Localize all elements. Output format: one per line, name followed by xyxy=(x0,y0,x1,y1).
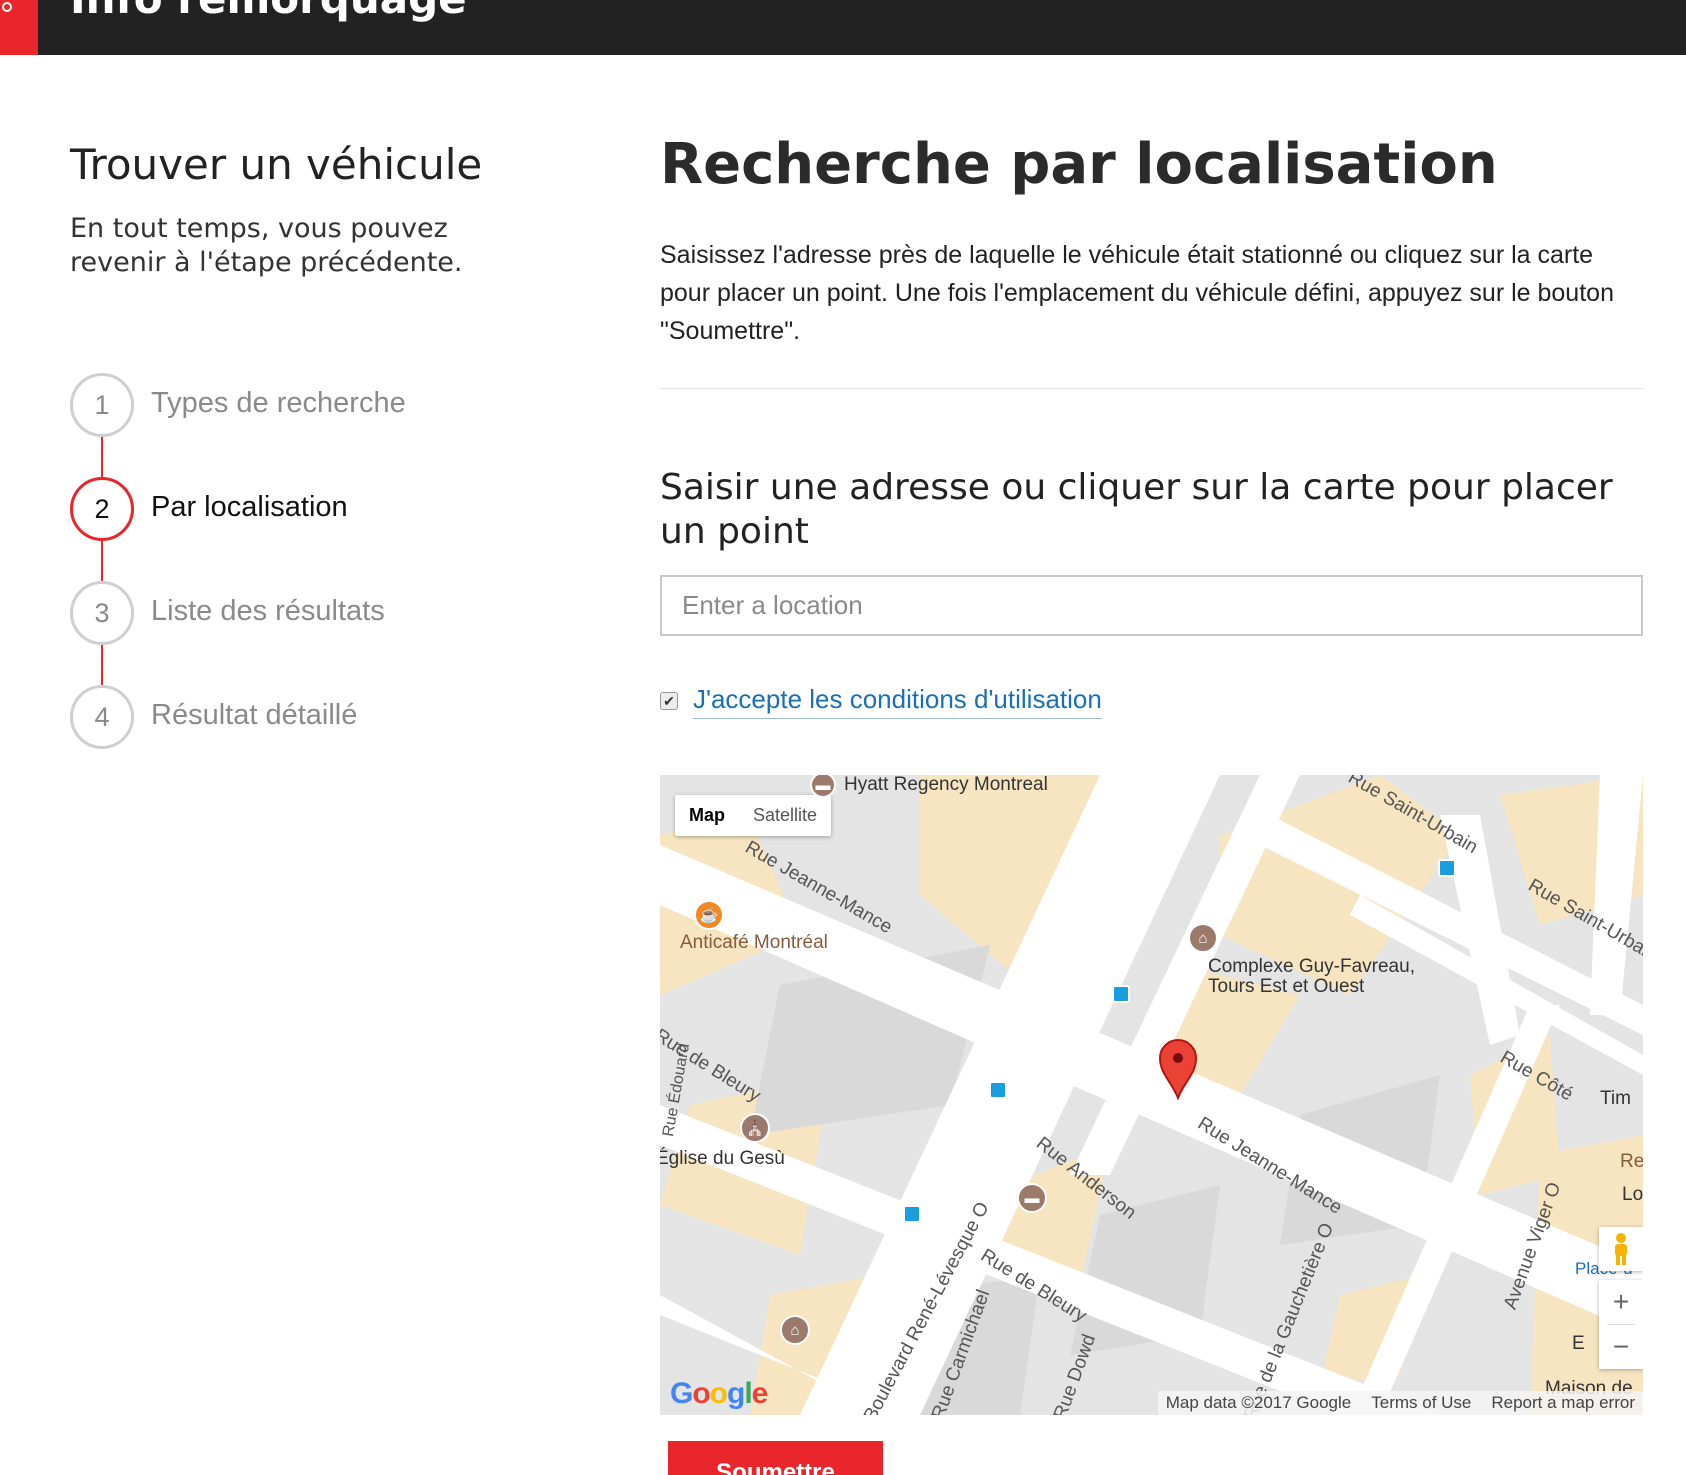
zoom-in-button[interactable]: + xyxy=(1599,1280,1643,1324)
poi-lo-label[interactable]: Lo xyxy=(1622,1185,1643,1205)
step-number: 1 xyxy=(70,373,134,437)
bus-stop-icon[interactable] xyxy=(989,1081,1007,1099)
hotel-icon[interactable]: ▬ xyxy=(1017,1183,1047,1213)
poi-e-label[interactable]: E xyxy=(1572,1334,1585,1354)
step-resultat-detaille[interactable]: 4 Résultat détaillé xyxy=(70,685,570,749)
step-label: Liste des résultats xyxy=(151,595,385,627)
map-canvas[interactable]: Map Satellite ▬ Hyatt Regency Montreal ☕… xyxy=(660,775,1643,1415)
step-label: Types de recherche xyxy=(151,387,406,419)
museum-icon[interactable]: ⌂ xyxy=(780,1315,810,1345)
page-description: Saisissez l'adresse près de laquelle le … xyxy=(660,241,1614,345)
location-marker-icon[interactable] xyxy=(1158,1038,1198,1100)
step-liste-des-resultats[interactable]: 3 Liste des résultats xyxy=(70,581,570,645)
terms-row: ✔ J'accepte les conditions d'utilisation xyxy=(660,683,1102,719)
step-number: 2 xyxy=(70,477,134,541)
poi-anticafe-label[interactable]: Anticafé Montréal xyxy=(680,933,828,953)
step-connector xyxy=(101,541,103,581)
site-title: Info remorquage xyxy=(70,0,467,23)
map-type-satellite-button[interactable]: Satellite xyxy=(739,795,831,836)
government-building-icon[interactable]: ⌂ xyxy=(1188,923,1218,953)
step-par-localisation[interactable]: 2 Par localisation xyxy=(70,477,570,541)
sidebar-intro: En tout temps, vous pouvez revenir à l'é… xyxy=(70,213,463,278)
terms-checkbox[interactable]: ✔ xyxy=(660,692,678,710)
sidebar: Trouver un véhicule En tout temps, vous … xyxy=(70,140,590,280)
step-list: 1 Types de recherche 2 Par localisation … xyxy=(70,373,570,753)
google-logo[interactable]: Google xyxy=(670,1377,768,1411)
report-map-error-link[interactable]: Report a map error xyxy=(1491,1393,1635,1413)
map-attribution: Map data ©2017 Google Terms of Use Repor… xyxy=(1157,1391,1643,1415)
top-header: Info remorquage xyxy=(0,0,1686,55)
step-label: Par localisation xyxy=(151,491,348,523)
church-icon[interactable]: ⛪ xyxy=(740,1113,770,1143)
poi-hyatt-label[interactable]: Hyatt Regency Montreal xyxy=(844,775,1048,795)
step-types-de-recherche[interactable]: 1 Types de recherche xyxy=(70,373,570,437)
zoom-out-button[interactable]: − xyxy=(1599,1325,1643,1369)
map-data-credit: Map data ©2017 Google xyxy=(1165,1393,1352,1412)
divider xyxy=(660,388,1643,389)
cafe-icon[interactable]: ☕ xyxy=(694,900,724,930)
step-number: 4 xyxy=(70,685,134,749)
bus-stop-icon[interactable] xyxy=(903,1205,921,1223)
terms-link[interactable]: J'accepte les conditions d'utilisation xyxy=(693,684,1102,719)
map-type-control: Map Satellite xyxy=(675,795,832,836)
location-input[interactable] xyxy=(660,575,1643,636)
bus-stop-icon[interactable] xyxy=(1112,985,1130,1003)
poi-complexe-label-2[interactable]: Tours Est et Ouest xyxy=(1208,977,1364,997)
step-connector xyxy=(101,437,103,477)
step-label: Résultat détaillé xyxy=(151,699,358,731)
main-content: Recherche par localisation Saisissez l'a… xyxy=(660,130,1643,552)
terms-of-use-link[interactable]: Terms of Use xyxy=(1371,1393,1471,1413)
bus-stop-icon[interactable] xyxy=(1438,859,1456,877)
poi-gesu-label[interactable]: Église du Gesù xyxy=(660,1149,785,1169)
page-title: Recherche par localisation xyxy=(660,132,1498,197)
zoom-control: + − xyxy=(1599,1280,1643,1369)
sidebar-title: Trouver un véhicule xyxy=(70,140,483,189)
map-type-map-button[interactable]: Map xyxy=(675,795,739,836)
brand-logo[interactable] xyxy=(0,0,38,55)
step-number: 3 xyxy=(70,581,134,645)
street-view-pegman-icon[interactable] xyxy=(1599,1227,1643,1271)
poi-complexe-label-1[interactable]: Complexe Guy-Favreau, xyxy=(1208,957,1415,977)
poi-re-label[interactable]: Re xyxy=(1620,1152,1643,1172)
step-connector xyxy=(101,645,103,685)
submit-button[interactable]: Soumettre xyxy=(668,1441,883,1475)
poi-tim-label[interactable]: Tim xyxy=(1600,1089,1631,1109)
address-heading: Saisir une adresse ou cliquer sur la car… xyxy=(660,467,1613,552)
